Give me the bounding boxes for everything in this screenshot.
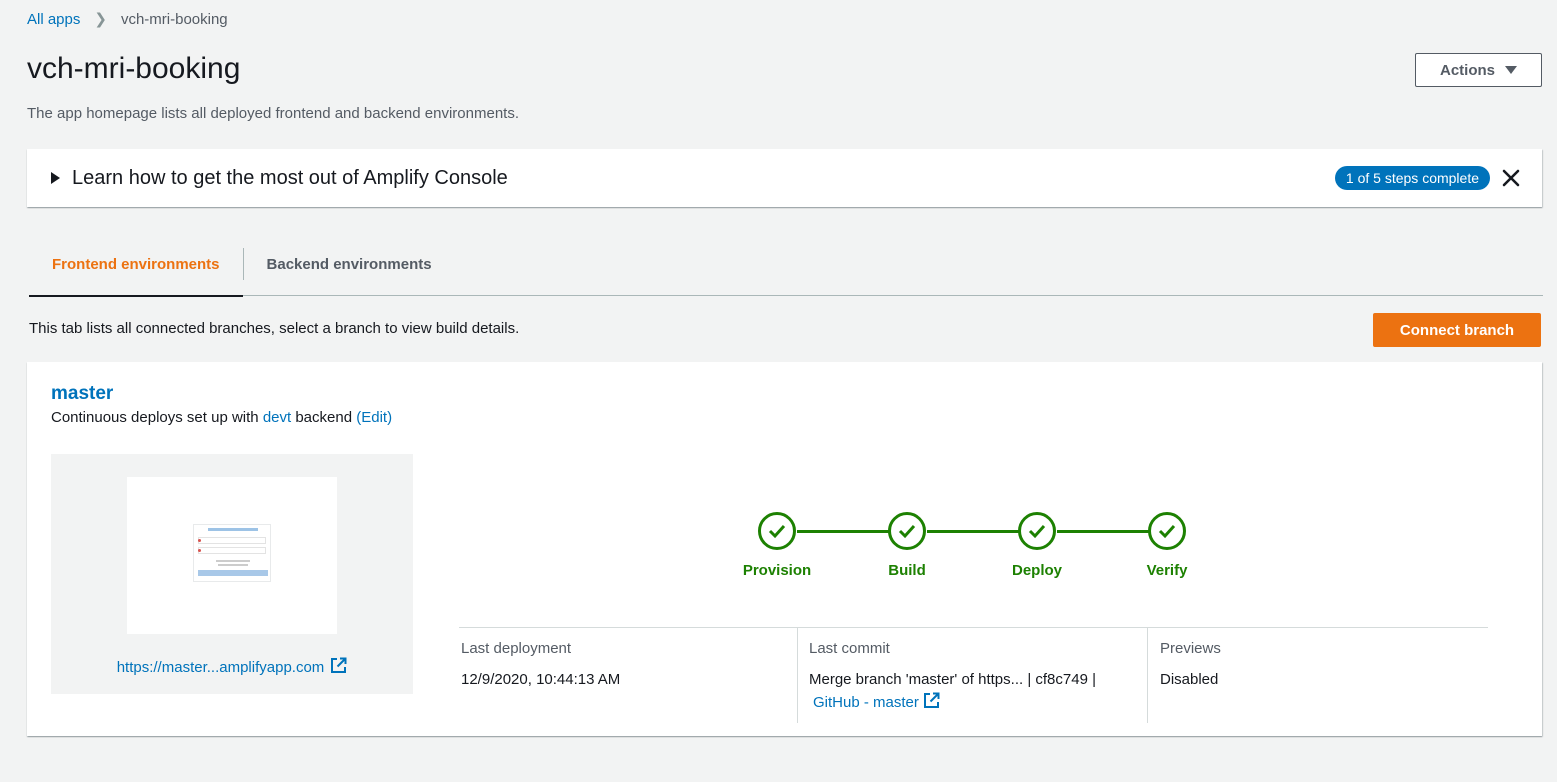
edit-backend-link[interactable]: (Edit) xyxy=(356,409,392,426)
pipeline-step-label: Build xyxy=(888,562,926,579)
pipeline-step-label: Verify xyxy=(1146,562,1188,579)
breadcrumb: All apps ❯ vch-mri-booking xyxy=(27,10,228,29)
previews-label: Previews xyxy=(1160,640,1221,657)
thumbnail-button xyxy=(198,570,268,576)
thumbnail-login-form xyxy=(193,524,271,582)
chevron-right-icon: ❯ xyxy=(94,11,107,28)
branch-name-link[interactable]: master xyxy=(51,383,113,405)
learn-panel: Learn how to get the most out of Amplify… xyxy=(27,149,1542,207)
external-link-icon xyxy=(923,692,940,716)
last-deployment-label: Last deployment xyxy=(461,640,572,657)
learn-panel-toggle[interactable]: Learn how to get the most out of Amplify… xyxy=(72,167,508,190)
thumbnail-dot xyxy=(198,539,201,542)
branch-sub-suffix: backend xyxy=(295,409,353,426)
branch-details: Last deployment 12/9/2020, 10:44:13 AM L… xyxy=(459,627,1488,723)
actions-label: Actions xyxy=(1439,61,1495,79)
previews-value: Disabled xyxy=(1160,671,1219,688)
thumbnail-dot xyxy=(198,549,201,552)
github-branch-text: GitHub - master xyxy=(813,694,919,711)
thumbnail-title-line xyxy=(208,528,258,531)
close-icon[interactable] xyxy=(1500,167,1522,189)
thumbnail-text-line xyxy=(218,564,248,566)
check-circle-icon xyxy=(888,512,926,550)
last-deployment-column: Last deployment 12/9/2020, 10:44:13 AM xyxy=(459,628,797,722)
preview-box: https://master...amplifyapp.com xyxy=(51,454,413,694)
external-link-icon xyxy=(330,657,347,678)
last-commit-column: Last commit Merge branch 'master' of htt… xyxy=(798,628,1147,722)
branch-subtitle: Continuous deploys set up with devt back… xyxy=(51,409,392,426)
check-circle-icon xyxy=(758,512,796,550)
last-commit-message: Merge branch 'master' of https... | cf8c… xyxy=(809,671,1096,688)
check-circle-icon xyxy=(1148,512,1186,550)
pipeline-step-label: Deploy xyxy=(1011,562,1062,579)
caret-down-icon xyxy=(1505,66,1517,74)
page-title: vch-mri-booking xyxy=(27,52,241,85)
preview-url-link[interactable]: https://master...amplifyapp.com xyxy=(51,657,413,678)
last-commit-label: Last commit xyxy=(809,640,890,657)
previews-column: Previews Disabled xyxy=(1148,628,1448,722)
preview-url-text: https://master...amplifyapp.com xyxy=(116,659,325,676)
pipeline-step-build[interactable]: Build xyxy=(857,512,957,579)
thumbnail-field xyxy=(198,547,266,554)
pipeline-step-deploy[interactable]: Deploy xyxy=(987,512,1087,579)
tab-backend-environments[interactable]: Backend environments xyxy=(244,232,455,296)
check-circle-icon xyxy=(1018,512,1056,550)
app-screenshot-thumbnail[interactable] xyxy=(127,477,337,634)
last-commit-value: Merge branch 'master' of https... | cf8c… xyxy=(809,668,1147,716)
github-branch-link[interactable]: GitHub - master xyxy=(813,692,940,711)
last-deployment-value: 12/9/2020, 10:44:13 AM xyxy=(461,671,621,688)
breadcrumb-all-apps-link[interactable]: All apps xyxy=(27,11,80,28)
environment-tabs: Frontend environments Backend environmen… xyxy=(29,232,1543,297)
caret-right-icon[interactable] xyxy=(51,172,60,184)
page-description: The app homepage lists all deployed fron… xyxy=(27,105,519,122)
actions-dropdown-button[interactable]: Actions xyxy=(1415,53,1542,87)
build-pipeline: Provision Build Deploy Verify xyxy=(727,512,1247,582)
pipeline-step-label: Provision xyxy=(742,562,812,579)
branch-sub-prefix: Continuous deploys set up with xyxy=(51,409,259,426)
steps-complete-badge: 1 of 5 steps complete xyxy=(1334,166,1490,190)
pipeline-step-provision[interactable]: Provision xyxy=(727,512,827,579)
thumbnail-text-line xyxy=(216,560,250,562)
breadcrumb-current: vch-mri-booking xyxy=(120,10,228,28)
pipeline-step-verify[interactable]: Verify xyxy=(1117,512,1217,579)
backend-env-link[interactable]: devt xyxy=(263,409,291,426)
thumbnail-field xyxy=(198,537,266,544)
connect-branch-button[interactable]: Connect branch xyxy=(1373,313,1541,347)
branch-card: master Continuous deploys set up with de… xyxy=(27,362,1542,736)
tab-frontend-environments[interactable]: Frontend environments xyxy=(29,232,243,297)
tab-description: This tab lists all connected branches, s… xyxy=(29,320,520,337)
